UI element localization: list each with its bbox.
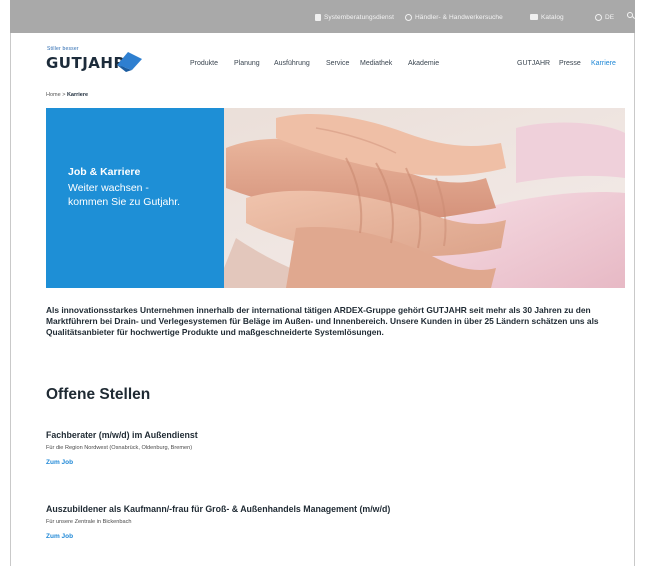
nav-ausfuehrung[interactable]: Ausführung bbox=[274, 60, 310, 67]
nav-produkte[interactable]: Produkte bbox=[190, 60, 218, 67]
job-listing: Fachberater (m/w/d) im Außendienst Für d… bbox=[46, 430, 606, 469]
utility-link-label: Katalog bbox=[541, 13, 564, 21]
language-label: DE bbox=[605, 13, 615, 21]
utility-link-haendlersuche[interactable]: Händler- & Handwerkersuche bbox=[405, 12, 503, 22]
document-icon bbox=[315, 13, 321, 21]
job-link-button[interactable]: Zum Job bbox=[46, 533, 73, 540]
logo-tagline: Stiller besser bbox=[47, 46, 79, 52]
job-description: Für unsere Zentrale in Bickenbach bbox=[46, 519, 132, 525]
job-link-button[interactable]: Zum Job bbox=[46, 459, 73, 466]
breadcrumb-home[interactable]: Home bbox=[46, 92, 61, 98]
language-switch[interactable]: DE bbox=[595, 12, 614, 22]
openings-title: Offene Stellen bbox=[46, 386, 151, 403]
globe-icon bbox=[595, 13, 602, 21]
nav-service[interactable]: Service bbox=[326, 60, 349, 67]
hero-text-panel: Job & Karriere Weiter wachsen - kommen S… bbox=[46, 108, 225, 288]
job-description: Für die Region Nordwest (Osnabrück, Olde… bbox=[46, 445, 193, 451]
job-title: Auszubildener als Kaufmann/-frau für Gro… bbox=[46, 504, 391, 514]
hero-subtitle: Weiter wachsen - kommen Sie zu Gutjahr. bbox=[68, 182, 181, 208]
utility-bar: Systemberatungsdienst Händler- & Handwer… bbox=[10, 0, 635, 33]
meta-nav-presse[interactable]: Presse bbox=[559, 60, 581, 67]
intro-text: Als innovationsstarkes Unternehmen inner… bbox=[46, 305, 599, 338]
meta-nav-gutjahr[interactable]: GUTJAHR bbox=[517, 60, 550, 67]
page-frame-right bbox=[634, 0, 635, 566]
utility-link-label: Systemberatungsdienst bbox=[324, 13, 395, 21]
hero-banner: Job & Karriere Weiter wachsen - kommen S… bbox=[46, 108, 625, 288]
search-icon[interactable] bbox=[627, 12, 635, 20]
breadcrumb-separator: > bbox=[62, 92, 66, 98]
utility-link-katalog[interactable]: Katalog bbox=[530, 12, 564, 22]
logo-wing-icon bbox=[117, 52, 142, 72]
breadcrumb-current: Karriere bbox=[66, 92, 89, 98]
hero-title: Job & Karriere bbox=[68, 166, 141, 178]
meta-nav-karriere[interactable]: Karriere bbox=[591, 60, 616, 67]
nav-planung[interactable]: Planung bbox=[234, 60, 260, 67]
location-icon bbox=[405, 13, 412, 21]
breadcrumb: Home > Karriere bbox=[46, 92, 88, 98]
catalog-icon bbox=[530, 14, 538, 20]
utility-link-label: Händler- & Handwerkersuche bbox=[415, 13, 503, 21]
job-listing: Auszubildener als Kaufmann/-frau für Gro… bbox=[46, 504, 606, 543]
job-title: Fachberater (m/w/d) im Außendienst bbox=[46, 430, 198, 440]
nav-akademie[interactable]: Akademie bbox=[408, 60, 439, 67]
gutjahr-logo[interactable]: Stiller besser GUTJAHR bbox=[46, 46, 146, 76]
nav-mediathek[interactable]: Mediathek bbox=[360, 60, 392, 67]
utility-link-systemberatung[interactable]: Systemberatungsdienst bbox=[315, 12, 394, 22]
page-frame-left bbox=[10, 0, 11, 566]
